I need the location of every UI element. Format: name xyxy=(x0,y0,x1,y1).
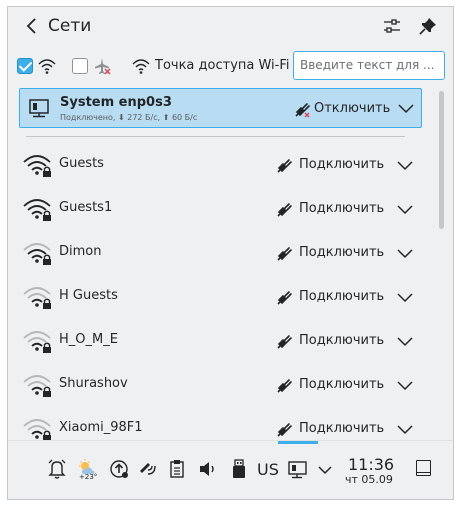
wifi-secured-icon xyxy=(23,243,51,265)
tray-expand-chevron-icon[interactable] xyxy=(316,457,334,481)
chevron-down-icon[interactable] xyxy=(398,102,414,114)
chevron-down-icon[interactable] xyxy=(397,291,413,303)
chevron-down-icon[interactable] xyxy=(397,247,413,259)
hotspot-icon[interactable] xyxy=(132,57,150,75)
clock-time[interactable]: 11:36 xyxy=(348,455,394,474)
network-item[interactable]: Guests Подключить xyxy=(19,145,422,185)
connection-name: System enp0s3 xyxy=(60,95,172,110)
toolbar: Точка доступа Wi-Fi Введите текст для ..… xyxy=(8,45,453,87)
clock-date[interactable]: чт 05.09 xyxy=(345,473,393,486)
show-desktop-button[interactable] xyxy=(416,460,431,476)
clipboard-icon[interactable] xyxy=(166,457,188,481)
connect-button[interactable]: Подключить xyxy=(299,245,384,260)
connect-button[interactable]: Подключить xyxy=(299,157,384,172)
network-tray-icon[interactable] xyxy=(287,457,309,481)
wifi-secured-icon xyxy=(23,419,51,441)
connect-icon xyxy=(277,291,292,305)
wired-network-icon xyxy=(29,99,49,118)
connect-icon xyxy=(277,159,292,173)
connect-button[interactable]: Подключить xyxy=(299,289,384,304)
notifications-bell-icon[interactable] xyxy=(46,457,68,481)
removable-device-icon[interactable] xyxy=(228,457,250,481)
hotspot-button-label[interactable]: Точка доступа Wi-Fi xyxy=(155,58,290,73)
disconnect-icon xyxy=(295,103,310,118)
network-name: Dimon xyxy=(59,244,102,259)
airplane-mode-icon xyxy=(95,58,111,75)
network-item[interactable]: H Guests Подключить xyxy=(19,277,422,317)
network-item[interactable]: Guests1 Подключить xyxy=(19,189,422,229)
updates-icon[interactable] xyxy=(108,457,130,481)
disconnect-button[interactable]: Отключить xyxy=(314,101,390,116)
networks-popup: Сети Точка доступа Wi-Fi Введите текст д… xyxy=(7,6,454,441)
search-input[interactable]: Введите текст для ... xyxy=(293,51,445,80)
chevron-down-icon[interactable] xyxy=(397,335,413,347)
chevron-down-icon[interactable] xyxy=(397,379,413,391)
network-name: Xiaomi_98F1 xyxy=(59,420,143,435)
configure-icon[interactable] xyxy=(383,17,401,35)
connect-button[interactable]: Подключить xyxy=(299,377,384,392)
pin-icon[interactable] xyxy=(419,17,437,35)
connection-status: Подключено, ⬇ 272 Б/с, ⬆ 60 Б/с xyxy=(60,113,198,122)
network-name: H Guests xyxy=(59,288,118,303)
connect-icon xyxy=(277,379,292,393)
chevron-down-icon[interactable] xyxy=(397,423,413,435)
page-title: Сети xyxy=(48,16,92,36)
connect-button[interactable]: Подключить xyxy=(299,333,384,348)
chevron-down-icon[interactable] xyxy=(397,203,413,215)
network-name: Shurashov xyxy=(59,376,128,391)
wifi-icon xyxy=(38,59,56,74)
active-tray-indicator xyxy=(278,441,318,444)
connect-icon xyxy=(277,423,292,437)
scrollbar-thumb[interactable] xyxy=(439,91,444,229)
keyboard-layout-indicator[interactable]: US xyxy=(257,460,279,479)
chevron-down-icon[interactable] xyxy=(397,159,413,171)
popup-header: Сети xyxy=(8,7,453,45)
connect-button[interactable]: Подключить xyxy=(299,201,384,216)
wifi-secured-icon xyxy=(23,199,51,221)
separator xyxy=(26,136,405,137)
volume-icon[interactable] xyxy=(197,457,219,481)
connect-icon xyxy=(277,247,292,261)
wifi-secured-icon xyxy=(23,375,51,397)
network-name: Guests1 xyxy=(59,200,113,215)
wifi-secured-icon xyxy=(23,155,51,177)
connect-button[interactable]: Подключить xyxy=(299,421,384,436)
kdeconnect-icon[interactable] xyxy=(136,457,158,481)
connect-icon xyxy=(277,203,292,217)
back-arrow-icon[interactable] xyxy=(24,16,40,36)
network-item[interactable]: H_O_M_E Подключить xyxy=(19,321,422,361)
network-name: H_O_M_E xyxy=(59,332,118,347)
taskbar: +23° US 11:36 чт 05.09 xyxy=(7,440,454,500)
wifi-secured-icon xyxy=(23,287,51,309)
active-connection-item[interactable]: System enp0s3 Подключено, ⬇ 272 Б/с, ⬆ 6… xyxy=(19,88,422,128)
wifi-toggle-checkbox[interactable] xyxy=(17,58,33,74)
wifi-secured-icon xyxy=(23,331,51,353)
network-item[interactable]: Shurashov Подключить xyxy=(19,365,422,405)
weather-temperature: +23° xyxy=(79,473,98,481)
airplane-mode-checkbox[interactable] xyxy=(72,58,88,74)
network-item[interactable]: Dimon Подключить xyxy=(19,233,422,273)
connect-icon xyxy=(277,335,292,349)
network-name: Guests xyxy=(59,156,104,171)
